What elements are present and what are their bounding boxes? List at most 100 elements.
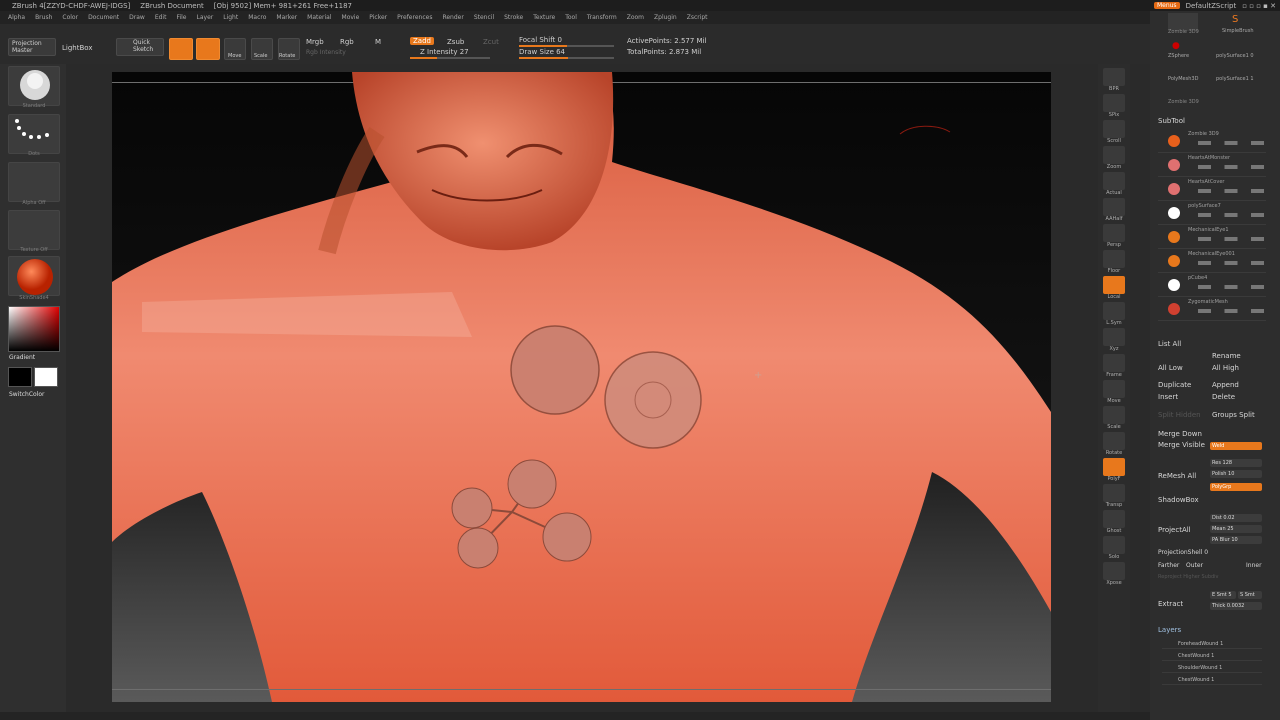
shelf-frame-button[interactable]	[1103, 354, 1125, 372]
subtool-visibility-toggle[interactable]	[1198, 165, 1264, 169]
menu-texture[interactable]: Texture	[533, 14, 555, 21]
shelf-floor-button[interactable]	[1103, 250, 1125, 268]
chest-disc-left[interactable]	[510, 325, 600, 415]
shelf-scroll-button[interactable]	[1103, 120, 1125, 138]
append-button[interactable]: Append	[1212, 381, 1239, 389]
stroke-selector[interactable]	[8, 114, 60, 154]
z-intensity-slider[interactable]: Z Intensity 27	[420, 48, 469, 56]
projection-shell-slider[interactable]: ProjectionShell 0	[1158, 549, 1208, 556]
split-hidden-button[interactable]: Split Hidden	[1158, 411, 1201, 419]
subtool-visibility-toggle[interactable]	[1198, 213, 1264, 217]
rename-button[interactable]: Rename	[1212, 352, 1241, 360]
window-controls-icon[interactable]: ▫ ▫ ▫ ▪ ✕	[1242, 2, 1276, 10]
menu-alpha[interactable]: Alpha	[8, 14, 25, 21]
polygroups-toggle[interactable]: PolyGrp	[1210, 483, 1262, 491]
menu-edit[interactable]: Edit	[155, 14, 167, 21]
shelf-zoom-button[interactable]	[1103, 146, 1125, 164]
m-button[interactable]: M	[375, 38, 381, 46]
gradient-label[interactable]: Gradient	[9, 354, 35, 361]
subtool-row[interactable]: MechanicalEye1	[1158, 225, 1266, 249]
res-slider[interactable]: Res 128	[1210, 459, 1262, 467]
layer-row[interactable]: ChestWound 1	[1162, 651, 1262, 661]
subtool-header[interactable]: SubTool	[1158, 117, 1185, 125]
shelf-xyz-button[interactable]	[1103, 328, 1125, 346]
shelf-move-button[interactable]	[1103, 380, 1125, 398]
color-picker[interactable]	[8, 306, 60, 352]
shelf-ghost-button[interactable]	[1103, 510, 1125, 528]
rgb-intensity-slider[interactable]: Rgb Intensity	[306, 49, 346, 56]
weld-toggle[interactable]: Weld	[1210, 442, 1262, 450]
remesh-all-button[interactable]: ReMesh All	[1158, 472, 1196, 480]
layer-row[interactable]: ShoulderWound 1	[1162, 663, 1262, 673]
subtool-visibility-toggle[interactable]	[1198, 261, 1264, 265]
insert-button[interactable]: Insert	[1158, 393, 1178, 401]
menu-marker[interactable]: Marker	[276, 14, 297, 21]
farther-button[interactable]: Farther	[1158, 562, 1179, 569]
shadowbox-button[interactable]: ShadowBox	[1158, 496, 1199, 504]
shelf-actual-button[interactable]	[1103, 172, 1125, 190]
zombie-torso-model[interactable]: +	[112, 72, 1051, 702]
menu-zoom[interactable]: Zoom	[627, 14, 644, 21]
subtool-row[interactable]: MechanicalEye001	[1158, 249, 1266, 273]
mrgb-button[interactable]: Mrgb	[306, 38, 324, 46]
menu-stencil[interactable]: Stencil	[474, 14, 494, 21]
secondary-color-swatch[interactable]	[8, 367, 32, 387]
menu-zscript[interactable]: Zscript	[687, 14, 708, 21]
default-script-label[interactable]: DefaultZScript	[1186, 2, 1237, 10]
draw-size-track[interactable]	[519, 57, 614, 59]
shelf-solo-button[interactable]	[1103, 536, 1125, 554]
all-low-button[interactable]: All Low	[1158, 364, 1183, 372]
thick-slider[interactable]: Thick 0.0032	[1210, 602, 1262, 610]
edit-button[interactable]	[169, 38, 193, 60]
subtool-row[interactable]: polySurface7	[1158, 201, 1266, 225]
duplicate-button[interactable]: Duplicate	[1158, 381, 1191, 389]
mean-slider[interactable]: Mean 25	[1210, 525, 1262, 533]
layers-header[interactable]: Layers	[1158, 626, 1181, 634]
z-intensity-track[interactable]	[410, 57, 490, 59]
zsub-button[interactable]: Zsub	[447, 38, 464, 46]
menu-light[interactable]: Light	[223, 14, 238, 21]
menu-render[interactable]: Render	[442, 14, 463, 21]
menu-stroke[interactable]: Stroke	[504, 14, 523, 21]
shelf-transp-button[interactable]	[1103, 484, 1125, 502]
shelf-polyf-button[interactable]	[1103, 458, 1125, 476]
menu-transform[interactable]: Transform	[587, 14, 617, 21]
merge-down-button[interactable]: Merge Down	[1158, 430, 1202, 438]
subtool-row[interactable]: HeartsAtCover	[1158, 177, 1266, 201]
menu-macro[interactable]: Macro	[248, 14, 266, 21]
shelf-lsym-button[interactable]	[1103, 302, 1125, 320]
rgb-button[interactable]: Rgb	[340, 38, 354, 46]
e-smt-slider[interactable]: E Smt 5	[1210, 591, 1236, 599]
brush-selector[interactable]	[8, 66, 60, 106]
shelf-spix-button[interactable]	[1103, 94, 1125, 112]
subtool-row[interactable]: Zombie 3D9	[1158, 129, 1266, 153]
subtool-visibility-toggle[interactable]	[1198, 309, 1264, 313]
menu-tool[interactable]: Tool	[565, 14, 577, 21]
outer-button[interactable]: Outer	[1186, 562, 1203, 569]
subtool-visibility-toggle[interactable]	[1198, 237, 1264, 241]
subtool-row[interactable]: ZygomaticMesh	[1158, 297, 1266, 321]
menu-file[interactable]: File	[176, 14, 186, 21]
menu-preferences[interactable]: Preferences	[397, 14, 432, 21]
s-smt-slider[interactable]: S Smt	[1238, 591, 1262, 599]
shelf-bpr-button[interactable]	[1103, 68, 1125, 86]
menu-color[interactable]: Color	[62, 14, 78, 21]
subtool-visibility-toggle[interactable]	[1198, 285, 1264, 289]
shelf-persp-button[interactable]	[1103, 224, 1125, 242]
polish-slider[interactable]: Polish 10	[1210, 470, 1262, 478]
reproject-higher-button[interactable]: Reproject Higher Subdiv	[1158, 574, 1219, 580]
list-all-button[interactable]: List All	[1158, 340, 1181, 348]
shelf-xpose-button[interactable]	[1103, 562, 1125, 580]
canvas-viewport[interactable]: +	[112, 72, 1051, 702]
subtool-row[interactable]: HeartsAtMonster	[1158, 153, 1266, 177]
menu-layer[interactable]: Layer	[197, 14, 214, 21]
zadd-button[interactable]: Zadd	[410, 37, 434, 45]
dist-slider[interactable]: Dist 0.02	[1210, 514, 1262, 522]
subtool-visibility-toggle[interactable]	[1198, 141, 1264, 145]
menu-draw[interactable]: Draw	[129, 14, 145, 21]
focal-shift-slider[interactable]: Focal Shift 0	[519, 36, 562, 44]
switch-color-button[interactable]: SwitchColor	[9, 391, 45, 398]
pa-blur-slider[interactable]: PA Blur 10	[1210, 536, 1262, 544]
draw-button[interactable]	[196, 38, 220, 60]
zcut-button[interactable]: Zcut	[483, 38, 499, 46]
